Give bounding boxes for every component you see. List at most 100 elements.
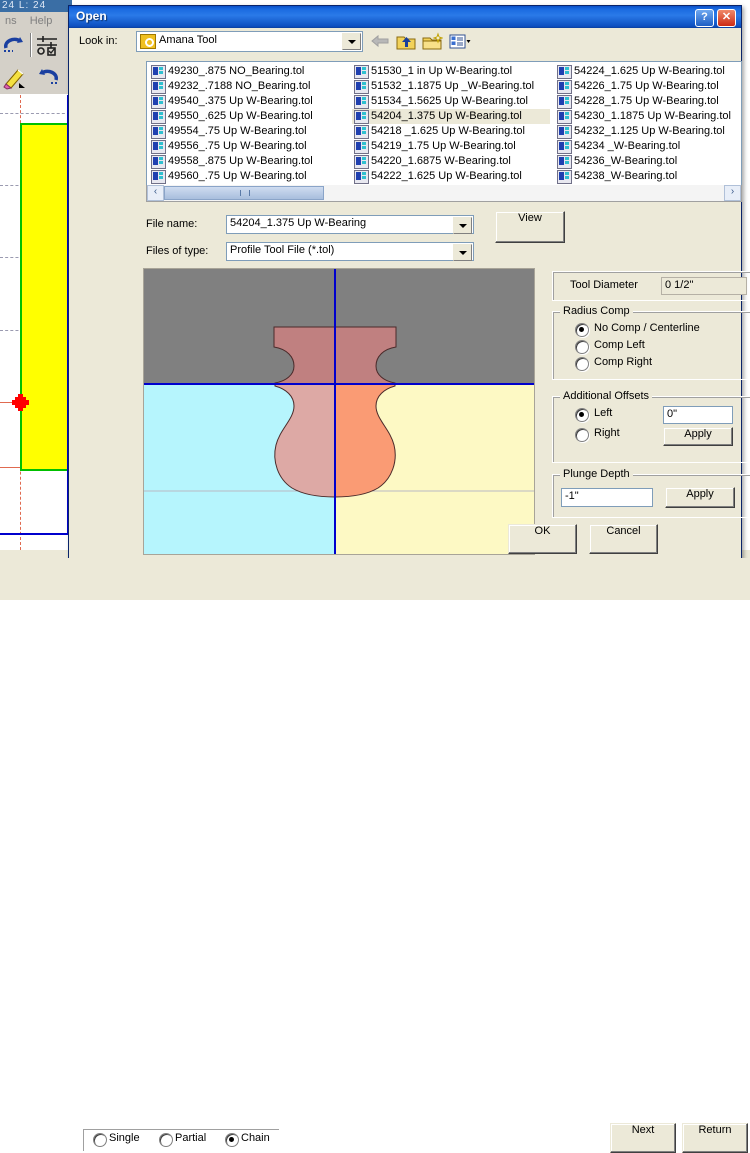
file-list-item[interactable]: 54238_W-Bearing.tol xyxy=(555,169,741,184)
file-list-item[interactable]: 54219_1.75 Up W-Bearing.tol xyxy=(352,139,550,154)
radio-comp-left[interactable] xyxy=(575,340,589,354)
file-list-item[interactable]: 51534_1.5625 Up W-Bearing.tol xyxy=(352,94,550,109)
additional-offsets-group: Additional Offsets Left Right 0" Apply xyxy=(552,390,750,463)
tool-diameter-field: 0 1/2" xyxy=(661,277,747,295)
tol-file-icon xyxy=(557,80,572,94)
file-list-item[interactable]: 54218 _1.625 Up W-Bearing.tol xyxy=(352,124,550,139)
return-button-label: Return xyxy=(698,1124,732,1136)
filetype-label: Files of type: xyxy=(146,245,209,257)
file-list-item[interactable]: 49558_.875 Up W-Bearing.tol xyxy=(149,154,347,169)
plunge-depth-input[interactable]: -1" xyxy=(561,488,653,507)
radio-partial[interactable] xyxy=(159,1133,173,1147)
settings-icon[interactable] xyxy=(34,32,62,58)
plunge-apply-button[interactable]: Apply xyxy=(665,487,735,508)
scroll-right-button[interactable]: › xyxy=(724,185,741,201)
file-list-item[interactable]: 54220_1.6875 W-Bearing.tol xyxy=(352,154,550,169)
tol-file-icon xyxy=(354,155,369,169)
eraser-icon[interactable] xyxy=(0,64,28,90)
file-list-item[interactable]: 54222_1.625 Up W-Bearing.tol xyxy=(352,169,550,184)
file-list-item[interactable]: 49230_.875 NO_Bearing.tol xyxy=(149,64,347,79)
radio-chain[interactable] xyxy=(225,1133,239,1147)
undo-icon[interactable] xyxy=(0,32,28,58)
file-list-item[interactable]: 49560_.75 Up W-Bearing.tol xyxy=(149,169,347,184)
file-list-item[interactable]: 49550_.625 Up W-Bearing.tol xyxy=(149,109,347,124)
close-button[interactable]: ✕ xyxy=(717,9,736,27)
background-drawing-canvas[interactable] xyxy=(0,95,70,550)
return-button[interactable]: Return xyxy=(682,1123,748,1153)
redo-icon[interactable] xyxy=(34,64,62,90)
scroll-left-button[interactable]: ‹ xyxy=(147,185,164,201)
file-list-horizontal-scrollbar[interactable]: ‹ › xyxy=(146,185,742,202)
file-list-item-label: 49558_.875 Up W-Bearing.tol xyxy=(168,155,313,167)
file-list-item[interactable]: 49554_.75 Up W-Bearing.tol xyxy=(149,124,347,139)
file-list-item-label: 51532_1.1875 Up _W-Bearing.tol xyxy=(371,80,535,92)
filetype-chevron-down-icon[interactable] xyxy=(453,244,472,261)
radio-no-comp-centerline[interactable] xyxy=(575,323,589,337)
offset-apply-button[interactable]: Apply xyxy=(663,427,733,446)
file-list-item-label: 51534_1.5625 Up W-Bearing.tol xyxy=(371,95,528,107)
tol-file-icon xyxy=(557,65,572,79)
file-list-item[interactable]: 54232_1.125 Up W-Bearing.tol xyxy=(555,124,741,139)
next-button[interactable]: Next xyxy=(610,1123,676,1153)
ok-button[interactable]: OK xyxy=(508,524,577,554)
help-button[interactable]: ? xyxy=(695,9,714,27)
radio-comp-right[interactable] xyxy=(575,357,589,371)
tol-file-icon xyxy=(354,140,369,154)
file-list[interactable]: 49230_.875 NO_Bearing.tol 49232_.7188 NO_… xyxy=(146,61,742,186)
file-list-item[interactable]: 54236_W-Bearing.tol xyxy=(555,154,741,169)
dialog-titlebar[interactable]: Open ? ✕ xyxy=(69,6,741,28)
file-list-item[interactable]: 54230_1.1875 Up W-Bearing.tol xyxy=(555,109,741,124)
background-menubar[interactable]: ns Help xyxy=(0,12,70,30)
file-list-column-3: 54224_1.625 Up W-Bearing.tol 54226_1.75 U… xyxy=(555,64,741,184)
file-list-item-label: 54238_W-Bearing.tol xyxy=(574,170,678,182)
tool-diameter-label: Tool Diameter xyxy=(570,279,638,291)
file-list-item-label: 51530_1 in Up W-Bearing.tol xyxy=(371,65,513,77)
menu-item-ns[interactable]: ns xyxy=(0,12,22,30)
node-marker[interactable] xyxy=(12,394,29,411)
file-list-item[interactable]: 54228_1.75 Up W-Bearing.tol xyxy=(555,94,741,109)
tol-file-icon xyxy=(151,80,166,94)
new-folder-icon[interactable] xyxy=(421,32,444,51)
ruler-readout: 24 L: 24 xyxy=(0,0,72,12)
file-list-item[interactable]: 49556_.75 Up W-Bearing.tol xyxy=(149,139,347,154)
view-button[interactable]: View xyxy=(495,211,565,243)
tol-file-icon xyxy=(354,95,369,109)
tol-file-icon xyxy=(354,110,369,124)
lookin-combobox[interactable]: Amana Tool xyxy=(136,31,363,52)
file-list-item[interactable]: 54204_1.375 Up W-Bearing.tol xyxy=(352,109,550,124)
menu-item-help[interactable]: Help xyxy=(25,12,58,30)
up-one-level-icon[interactable] xyxy=(395,32,417,51)
radio-offset-right[interactable] xyxy=(575,428,589,442)
radio-single-label: Single xyxy=(109,1132,140,1144)
file-list-item[interactable]: 49232_.7188 NO_Bearing.tol xyxy=(149,79,347,94)
file-list-column-1: 49230_.875 NO_Bearing.tol 49232_.7188 NO_… xyxy=(149,64,347,184)
tol-file-icon xyxy=(557,140,572,154)
chevron-down-icon[interactable] xyxy=(342,33,361,50)
file-list-item[interactable]: 54224_1.625 Up W-Bearing.tol xyxy=(555,64,741,79)
file-list-item[interactable]: 49540_.375 Up W-Bearing.tol xyxy=(149,94,347,109)
file-list-item[interactable]: 51532_1.1875 Up _W-Bearing.tol xyxy=(352,79,550,94)
tol-file-icon xyxy=(557,125,572,139)
filename-combobox[interactable]: 54204_1.375 Up W-Bearing xyxy=(226,215,474,234)
file-list-item-label: 49560_.75 Up W-Bearing.tol xyxy=(168,170,307,182)
file-list-item[interactable]: 54234 _W-Bearing.tol xyxy=(555,139,741,154)
filename-chevron-down-icon[interactable] xyxy=(453,217,472,234)
radius-comp-group: Radius Comp No Comp / Centerline Comp Le… xyxy=(552,305,750,380)
radius-comp-title: Radius Comp xyxy=(560,305,633,317)
filetype-combobox[interactable]: Profile Tool File (*.tol) xyxy=(226,242,474,261)
file-list-item[interactable]: 51530_1 in Up W-Bearing.tol xyxy=(352,64,550,79)
workpiece-rectangle[interactable] xyxy=(20,123,70,471)
scrollbar-grip xyxy=(240,190,250,196)
radio-chain-label: Chain xyxy=(241,1132,270,1144)
file-list-item[interactable]: 54226_1.75 Up W-Bearing.tol xyxy=(555,79,741,94)
offset-value-input[interactable]: 0" xyxy=(663,406,733,424)
scrollbar-thumb[interactable] xyxy=(164,186,324,200)
file-list-item-label: 54220_1.6875 W-Bearing.tol xyxy=(371,155,511,167)
tool-profile-preview[interactable] xyxy=(143,268,535,555)
file-list-item-label: 54224_1.625 Up W-Bearing.tol xyxy=(574,65,725,77)
plunge-depth-title: Plunge Depth xyxy=(560,468,633,480)
cancel-button[interactable]: Cancel xyxy=(589,524,658,554)
views-icon[interactable] xyxy=(449,32,471,51)
radio-single[interactable] xyxy=(93,1133,107,1147)
radio-offset-left[interactable] xyxy=(575,408,589,422)
